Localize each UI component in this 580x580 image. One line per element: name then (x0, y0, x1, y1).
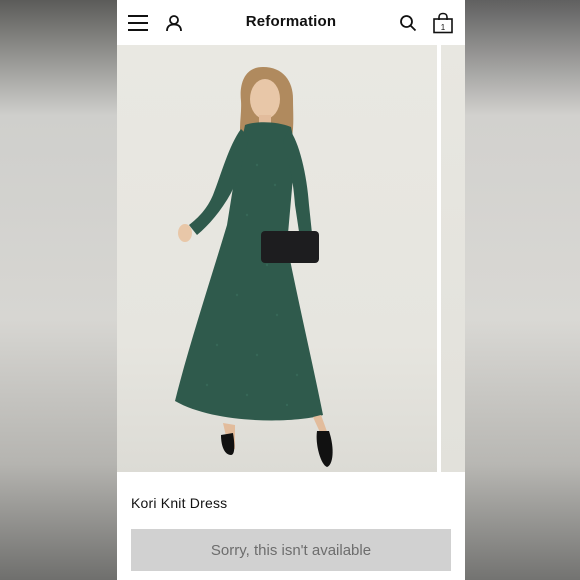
backdrop-left (0, 0, 117, 580)
shopping-bag-icon[interactable]: 1 (431, 11, 455, 35)
product-photo[interactable] (117, 45, 437, 472)
product-image-gallery[interactable] (117, 45, 465, 472)
app-screen: Reformation 1 Kori Knit Dress Sorry, thi… (117, 0, 465, 580)
top-navigation-bar: Reformation 1 (117, 0, 465, 45)
backdrop-right (465, 0, 580, 580)
search-icon[interactable] (397, 12, 419, 34)
product-name: Kori Knit Dress (131, 495, 228, 511)
unavailable-button[interactable]: Sorry, this isn't available (131, 529, 451, 571)
bag-count-badge: 1 (441, 23, 446, 32)
next-photo-peek[interactable] (441, 45, 465, 472)
